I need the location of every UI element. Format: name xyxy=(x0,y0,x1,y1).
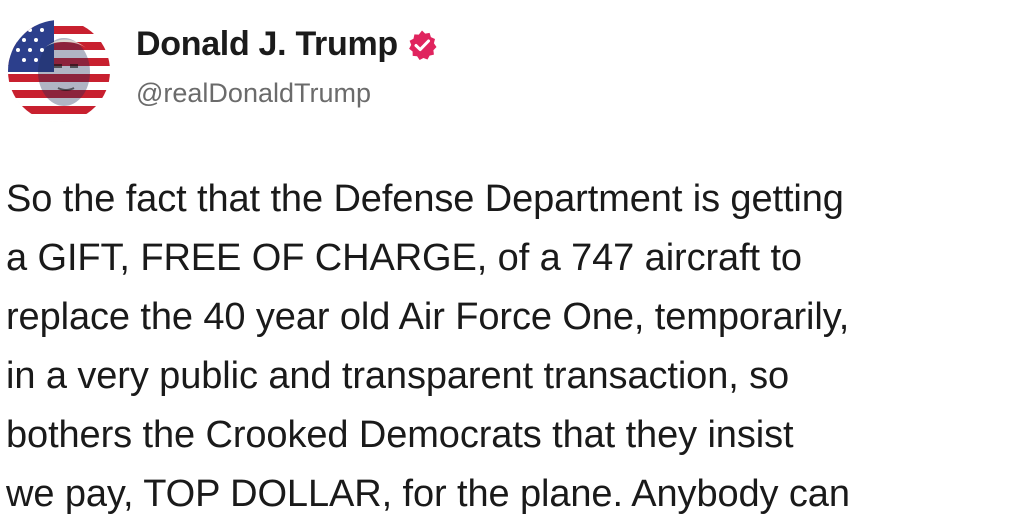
post-text-line: replace the 40 year old Air Force One, t… xyxy=(6,296,850,338)
user-handle[interactable]: @realDonaldTrump xyxy=(136,78,438,109)
author-info: Donald J. Trump @realDonaldTrump xyxy=(136,25,438,109)
verified-badge-icon xyxy=(406,29,438,61)
post-header: Donald J. Trump @realDonaldTrump xyxy=(8,20,438,122)
avatar[interactable] xyxy=(8,20,110,122)
name-row: Donald J. Trump xyxy=(136,25,438,64)
post-text-line: in a very public and transparent transac… xyxy=(6,355,790,397)
flag-portrait-avatar xyxy=(8,20,110,122)
post-text-line: bothers the Crooked Democrats that they … xyxy=(6,414,794,456)
post-text-line: So the fact that the Defense Department … xyxy=(6,178,844,220)
post-text-line: we pay, TOP DOLLAR, for the plane. Anybo… xyxy=(6,473,850,515)
display-name[interactable]: Donald J. Trump xyxy=(136,25,398,64)
post-card: Donald J. Trump @realDonaldTrump So the … xyxy=(0,0,1030,517)
post-body: So the fact that the Defense Department … xyxy=(6,170,1028,517)
post-text-line: a GIFT, FREE OF CHARGE, of a 747 aircraf… xyxy=(6,237,802,279)
